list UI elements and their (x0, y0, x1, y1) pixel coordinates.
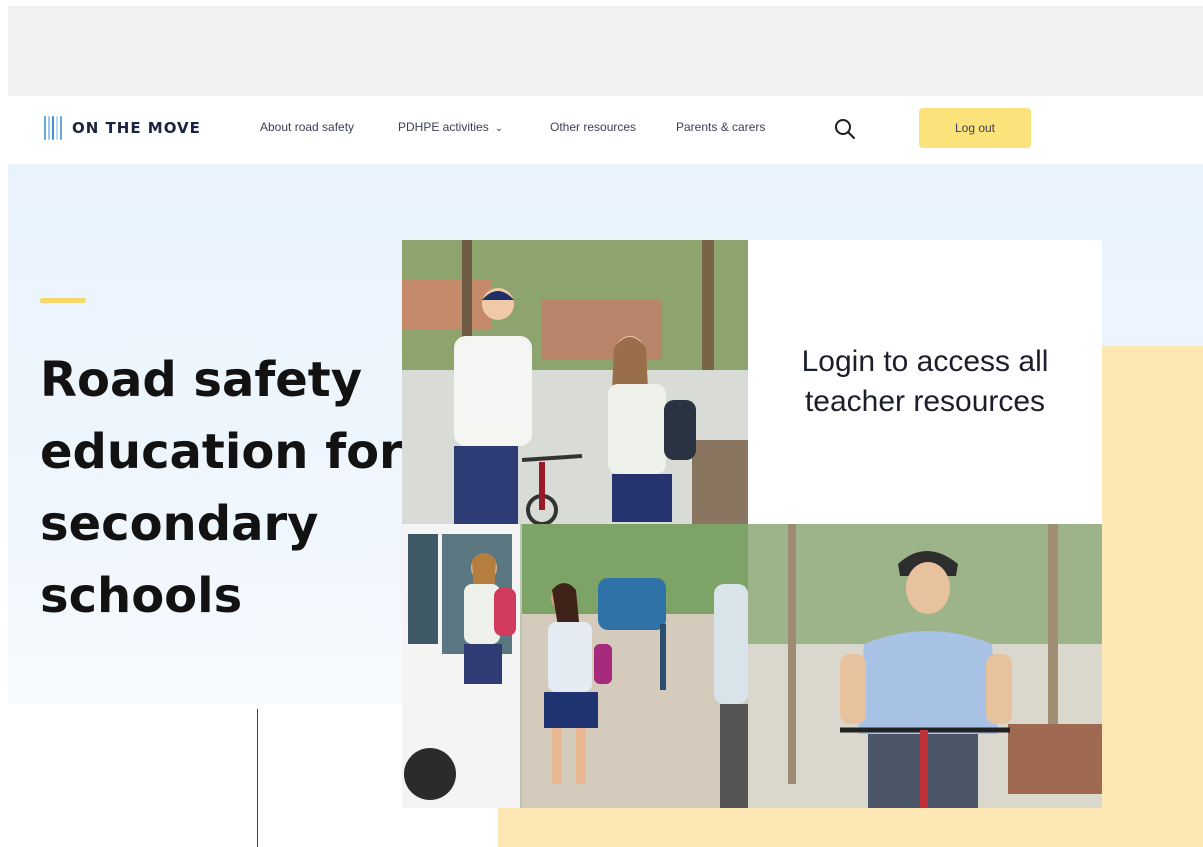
accent-bar (40, 298, 86, 303)
top-gray-bar (8, 6, 1203, 96)
nav-other-resources[interactable]: Other resources (550, 120, 636, 134)
hero-image-grid: Login to access all teacher resources (402, 240, 1102, 808)
login-prompt-text: Login to access all teacher resources (801, 345, 1049, 418)
decorative-line (257, 709, 258, 847)
brand-logo[interactable]: ON THE MOVE (44, 116, 201, 140)
photo-students-boarding-bus (402, 524, 748, 808)
photo-students-with-bike (402, 240, 748, 524)
search-icon[interactable] (832, 116, 858, 142)
nav-pdhpe-activities[interactable]: PDHPE activities ⌄ (398, 120, 503, 134)
logo-icon (44, 116, 66, 140)
nav-about-road-safety[interactable]: About road safety (260, 120, 354, 134)
site-header: ON THE MOVE About road safety PDHPE acti… (8, 96, 1203, 164)
logout-button[interactable]: Log out (919, 108, 1031, 148)
login-prompt-card: Login to access all teacher resources (748, 240, 1102, 524)
nav-pdhpe-label: PDHPE activities (398, 120, 489, 134)
brand-name: ON THE MOVE (72, 119, 201, 137)
hero-section: Road safety education for secondary scho… (8, 164, 1203, 847)
photo-boy-riding-bike (748, 524, 1102, 808)
nav-parents-carers[interactable]: Parents & carers (676, 120, 765, 134)
chevron-down-icon: ⌄ (494, 123, 504, 134)
